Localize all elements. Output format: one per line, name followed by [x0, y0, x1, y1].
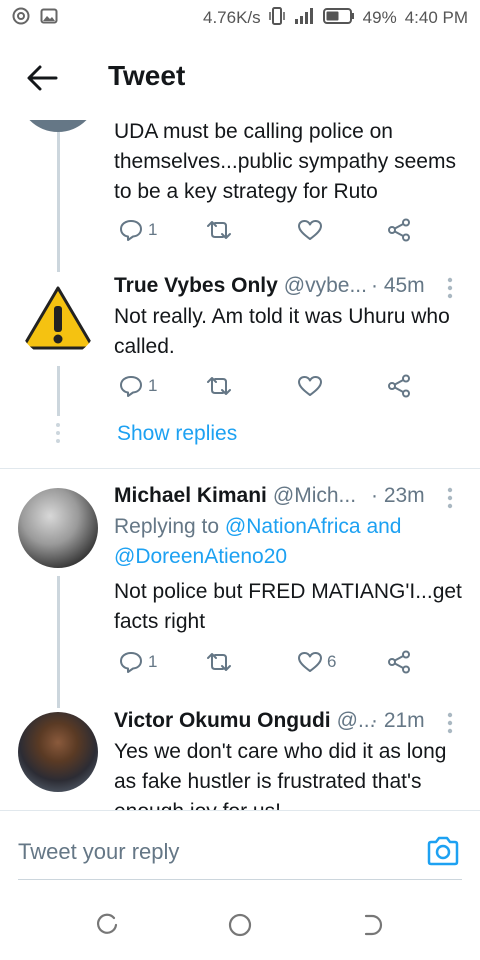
battery-percent: 49%: [362, 8, 397, 27]
tweet-text: UDA must be calling police on themselves…: [114, 120, 456, 203]
tweet-text: Not police but FRED MATIANG'I...get fact…: [114, 580, 462, 633]
chrome-icon: [12, 7, 30, 30]
signal-icon: [293, 7, 315, 30]
collapsed-thread-dots-icon: [56, 423, 60, 443]
recent-apps-icon[interactable]: [94, 912, 120, 938]
like-button[interactable]: [297, 374, 323, 398]
heart-icon: [298, 220, 322, 240]
reply-input-underline: [18, 879, 462, 880]
user-handle[interactable]: @Mich...: [273, 484, 356, 508]
tweet-thread[interactable]: UDA must be calling police on themselves…: [0, 120, 480, 810]
retweet-icon: [207, 377, 231, 395]
retweet-button[interactable]: [204, 374, 234, 398]
mention-link[interactable]: @NationAfrica and: [225, 515, 402, 538]
display-name[interactable]: True Vybes Only: [114, 274, 278, 298]
reply-composer: Tweet your reply: [0, 810, 480, 890]
battery-icon: [322, 7, 355, 30]
reply-icon: [120, 376, 142, 397]
tweet-time: · 21m: [371, 709, 425, 732]
like-count: 6: [327, 652, 337, 671]
user-handle[interactable]: @vybe...: [284, 274, 367, 298]
back-nav-icon[interactable]: [360, 912, 386, 938]
gallery-icon: [40, 7, 58, 30]
avatar[interactable]: [18, 712, 98, 792]
more-options-icon[interactable]: [446, 277, 454, 299]
reply-count: 1: [148, 376, 158, 395]
tweet-time: · 45m: [371, 274, 425, 297]
back-arrow-icon[interactable]: [26, 64, 58, 92]
show-replies-link[interactable]: Show replies: [117, 422, 237, 446]
replying-to: Replying to @NationAfrica and @DoreenAti…: [114, 512, 469, 572]
reply-count: 1: [148, 220, 158, 239]
thread-line: [57, 132, 60, 272]
tweet-actions: 1: [114, 218, 424, 248]
avatar[interactable]: [18, 488, 98, 568]
like-button[interactable]: [297, 218, 323, 242]
share-icon: [388, 374, 410, 398]
display-name[interactable]: Victor Okumu Ongudi: [114, 709, 331, 733]
vibrate-icon: [268, 6, 285, 31]
tweet-text: Yes we don't care who did it as long as …: [114, 740, 447, 810]
reply-count: 1: [148, 652, 158, 671]
status-bar: 4.76K/s 49% 4:40 PM: [0, 0, 480, 36]
thread-line: [57, 366, 60, 416]
share-button[interactable]: [386, 218, 412, 242]
retweet-button[interactable]: [204, 218, 234, 242]
avatar[interactable]: [18, 120, 98, 132]
share-icon: [388, 650, 410, 674]
reply-button[interactable]: 1: [118, 218, 157, 242]
replying-to-prefix: Replying to: [114, 515, 220, 538]
warning-avatar[interactable]: [18, 278, 98, 358]
retweet-button[interactable]: [204, 650, 234, 674]
share-icon: [388, 218, 410, 242]
tweet-time: · 23m: [371, 484, 425, 507]
network-speed: 4.76K/s: [203, 8, 261, 27]
user-handle[interactable]: @...: [337, 709, 376, 733]
app-header: Tweet: [0, 36, 480, 120]
reply-button[interactable]: 1: [118, 650, 157, 674]
home-icon[interactable]: [227, 912, 253, 938]
share-button[interactable]: [386, 374, 412, 398]
tweet-text: Not really. Am told it was Uhuru who cal…: [114, 305, 450, 358]
reply-input[interactable]: Tweet your reply: [18, 839, 179, 865]
like-button[interactable]: 6: [297, 650, 336, 674]
tweet-header: True Vybes Only @vybe...: [114, 274, 367, 298]
clock: 4:40 PM: [404, 8, 468, 27]
reply-icon: [120, 652, 142, 673]
heart-icon: [298, 376, 322, 396]
tweet-actions: 1 6: [114, 650, 424, 680]
thread-line: [57, 576, 60, 708]
heart-icon: [298, 652, 322, 672]
tweet-header: Victor Okumu Ongudi @...: [114, 709, 375, 733]
retweet-icon: [207, 653, 231, 671]
page-title: Tweet: [108, 60, 186, 91]
display-name[interactable]: Michael Kimani: [114, 484, 267, 508]
reply-icon: [120, 220, 142, 241]
more-options-icon[interactable]: [446, 712, 454, 734]
camera-icon[interactable]: [426, 835, 460, 867]
divider: [0, 468, 480, 469]
tweet-header: Michael Kimani @Mich...: [114, 484, 356, 508]
tweet-actions: 1: [114, 374, 424, 404]
system-nav-bar: [0, 890, 480, 960]
share-button[interactable]: [386, 650, 412, 674]
retweet-icon: [207, 221, 231, 239]
more-options-icon[interactable]: [446, 487, 454, 509]
mention-link[interactable]: @DoreenAtieno20: [114, 545, 287, 568]
reply-button[interactable]: 1: [118, 374, 157, 398]
warning-icon: [22, 286, 94, 350]
